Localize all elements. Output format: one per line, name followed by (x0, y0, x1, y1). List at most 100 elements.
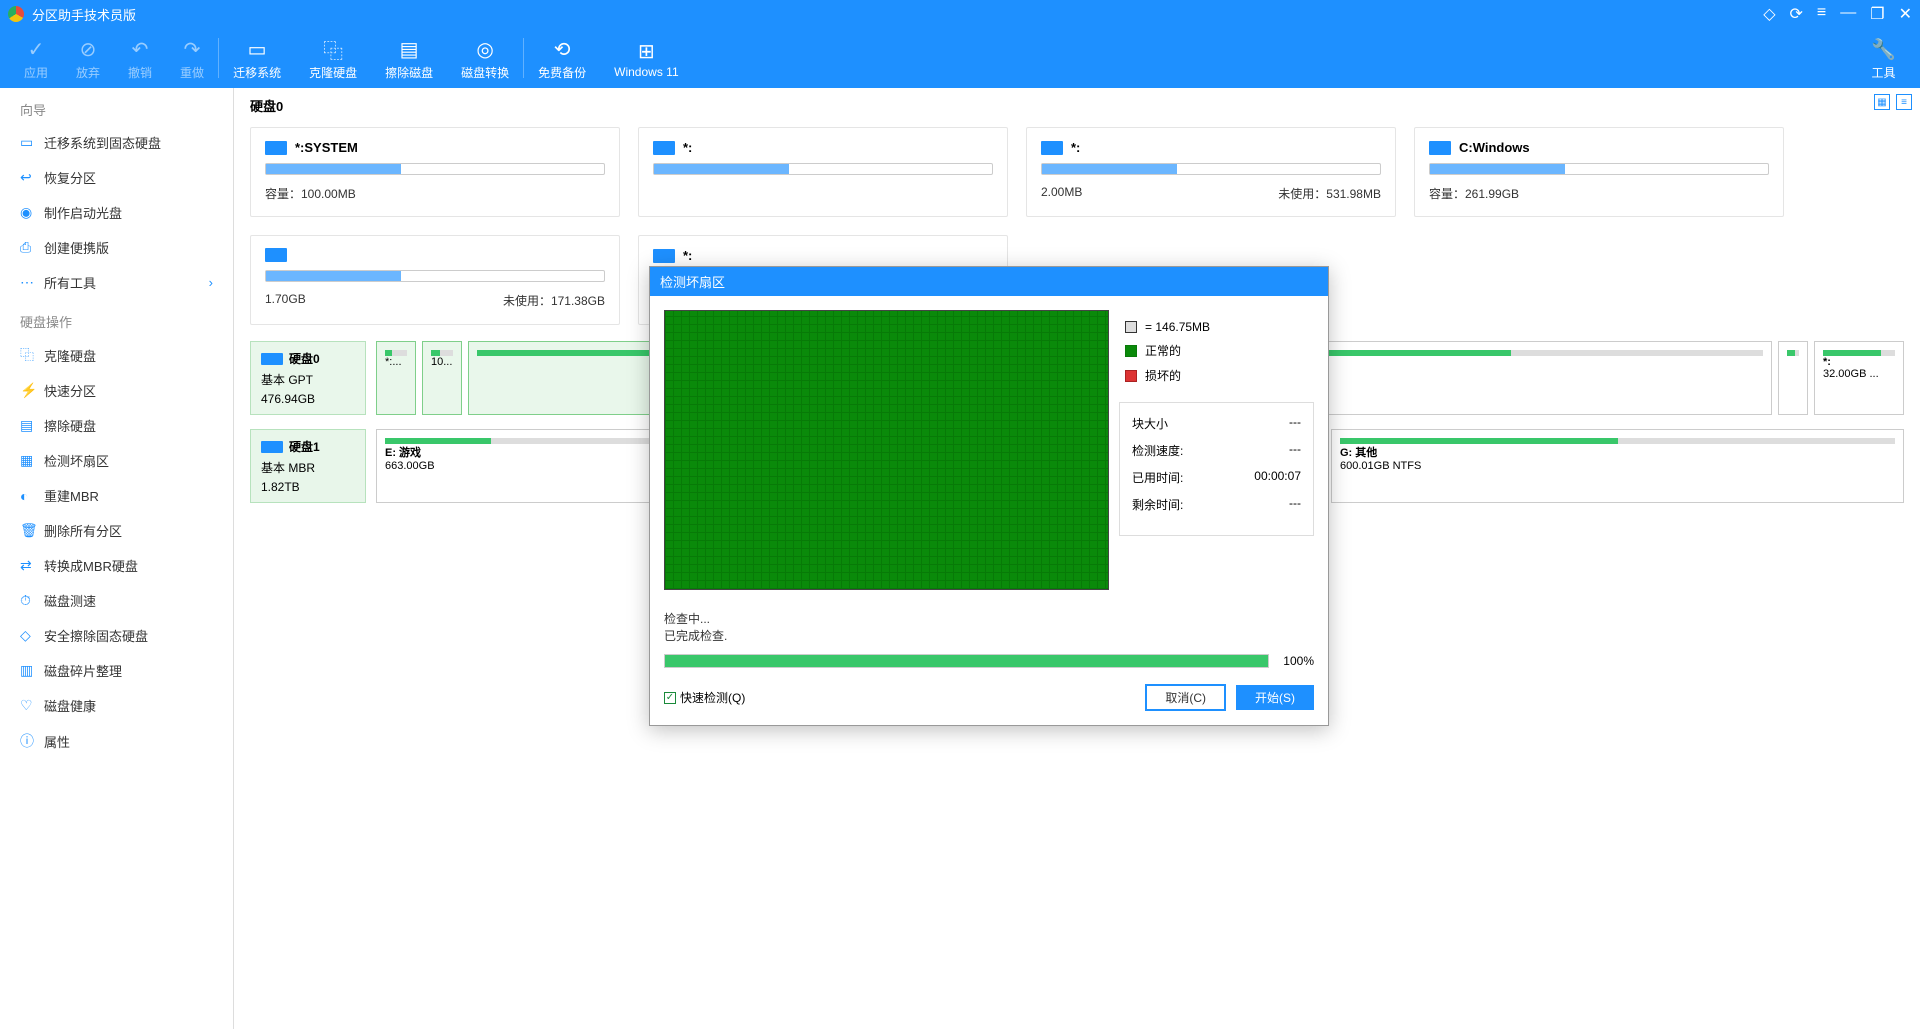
partition-card[interactable]: *: 2.00MB未使用：531.98MB (1026, 127, 1396, 217)
disk-header: 硬盘0 (234, 88, 1920, 123)
nav-icon: ⋯ (20, 274, 44, 291)
nav-icon: ▭ (20, 134, 44, 151)
list-view-icon[interactable]: ≡ (1896, 94, 1912, 110)
windows-icon: ⊞ (638, 37, 655, 65)
close-icon[interactable]: ✕ (1899, 4, 1912, 24)
bad-sector-dialog: 检测坏扇区 = 146.75MB 正常的 损坏的 块大小--- 检测速度:---… (649, 266, 1329, 726)
ops-item[interactable]: ⏱磁盘测速 (0, 583, 233, 618)
progress-bar (664, 654, 1269, 668)
refresh-icon[interactable]: ⟳ (1790, 4, 1803, 24)
partition-block[interactable]: 10... (422, 341, 462, 415)
maximize-icon[interactable]: ❐ (1870, 4, 1884, 24)
clone-icon: ⿻ (323, 36, 343, 64)
minimize-icon[interactable]: — (1840, 4, 1856, 24)
menu-icon[interactable]: ≡ (1817, 4, 1826, 24)
start-button[interactable]: 开始(S) (1236, 685, 1314, 710)
nav-icon: ⚡ (20, 382, 44, 399)
nav-icon: ⏱ (20, 592, 44, 609)
disk-info[interactable]: 硬盘1 基本 MBR1.82TB (250, 429, 366, 503)
nav-icon: ▥ (20, 662, 44, 679)
quick-scan-checkbox[interactable]: ✓快速检测(Q) (664, 689, 745, 706)
dialog-title: 检测坏扇区 (650, 267, 1328, 296)
nav-icon: ◇ (20, 627, 44, 644)
wizard-item[interactable]: ⋯所有工具› (0, 265, 233, 300)
nav-icon: ♡ (20, 697, 44, 714)
diamond-icon[interactable]: ◇ (1763, 4, 1775, 24)
nav-icon: ▤ (20, 417, 44, 434)
wizard-item[interactable]: ↩恢复分区 (0, 160, 233, 195)
migrate-button[interactable]: ▭迁移系统 (219, 28, 295, 88)
wizard-item[interactable]: ▭迁移系统到固态硬盘 (0, 125, 233, 160)
ops-item[interactable]: ⇄转换成MBR硬盘 (0, 548, 233, 583)
progress-text: 100% (1283, 654, 1314, 668)
partition-card[interactable]: C:Windows 容量：261.99GB (1414, 127, 1784, 217)
partition-icon (653, 141, 675, 155)
partition-block[interactable]: G: 其他600.01GB NTFS (1331, 429, 1904, 503)
partition-icon (1041, 141, 1063, 155)
disk-info[interactable]: 硬盘0 基本 GPT476.94GB (250, 341, 366, 415)
title-bar: 分区助手技术员版 ◇ ⟳ ≡ — ❐ ✕ (0, 0, 1920, 28)
partition-card[interactable]: *: (638, 127, 1008, 217)
win11-button[interactable]: ⊞Windows 11 (600, 28, 692, 88)
nav-icon: ⓘ (20, 731, 44, 751)
ops-item[interactable]: ◐重建MBR (0, 478, 233, 513)
wizard-item[interactable]: ◉制作启动光盘 (0, 195, 233, 230)
nav-icon: ◉ (20, 204, 44, 221)
discard-button[interactable]: ⊘放弃 (62, 28, 114, 88)
partition-icon (1429, 141, 1451, 155)
partition-block[interactable]: *:32.00GB ... (1814, 341, 1904, 415)
partition-icon (653, 249, 675, 263)
check-icon: ✓ (28, 36, 45, 64)
clone-button[interactable]: ⿻克隆硬盘 (295, 28, 371, 88)
wizard-item[interactable]: ⎙创建便携版 (0, 230, 233, 265)
legend-ok-icon (1125, 345, 1137, 357)
ops-item[interactable]: 🗑删除所有分区 (0, 513, 233, 548)
disk-icon (261, 441, 283, 453)
partition-block[interactable]: *:... (376, 341, 416, 415)
partition-block[interactable] (1778, 341, 1808, 415)
disk-icon (261, 353, 283, 365)
tools-button[interactable]: 🔧工具 (1857, 28, 1910, 88)
stats-box: 块大小--- 检测速度:--- 已用时间:00:00:07 剩余时间:--- (1119, 402, 1314, 536)
legend-bad-icon (1125, 370, 1137, 382)
ops-item[interactable]: ▤擦除硬盘 (0, 408, 233, 443)
nav-icon: ⇄ (20, 557, 44, 574)
backup-icon: ⟲ (554, 36, 571, 64)
scan-grid (664, 310, 1109, 590)
discard-icon: ⊘ (80, 36, 97, 64)
ops-item[interactable]: ♡磁盘健康 (0, 688, 233, 723)
undo-button[interactable]: ↶撤销 (114, 28, 166, 88)
main-toolbar: ✓应用 ⊘放弃 ↶撤销 ↷重做 ▭迁移系统 ⿻克隆硬盘 ▤擦除磁盘 ◎磁盘转换 … (0, 28, 1920, 88)
ops-item[interactable]: ▥磁盘碎片整理 (0, 653, 233, 688)
partition-card[interactable]: *:SYSTEM 容量：100.00MB (250, 127, 620, 217)
redo-button[interactable]: ↷重做 (166, 28, 218, 88)
nav-icon: ⎙ (20, 239, 44, 256)
convert-button[interactable]: ◎磁盘转换 (447, 28, 523, 88)
window-controls: ◇ ⟳ ≡ — ❐ ✕ (1763, 4, 1912, 24)
apply-button[interactable]: ✓应用 (10, 28, 62, 88)
ops-item[interactable]: ◇安全擦除固态硬盘 (0, 618, 233, 653)
ops-item[interactable]: ⓘ属性 (0, 723, 233, 759)
app-title: 分区助手技术员版 (32, 5, 136, 24)
ops-item[interactable]: ▦检测坏扇区 (0, 443, 233, 478)
migrate-icon: ▭ (248, 36, 267, 64)
partition-card[interactable]: 1.70GB未使用：171.38GB (250, 235, 620, 325)
grid-view-icon[interactable]: ▦ (1874, 94, 1890, 110)
convert-icon: ◎ (476, 36, 493, 64)
backup-button[interactable]: ⟲免费备份 (524, 28, 600, 88)
legend: = 146.75MB 正常的 损坏的 (1119, 310, 1314, 384)
legend-block-icon (1125, 321, 1137, 333)
nav-icon: 🗑 (20, 522, 44, 539)
nav-icon: ⿻ (20, 345, 44, 365)
log-area: 检查中... 已完成检查. (650, 610, 1328, 644)
ops-item[interactable]: ⿻克隆硬盘 (0, 337, 233, 373)
nav-icon: ▦ (20, 452, 44, 469)
ops-item[interactable]: ⚡快速分区 (0, 373, 233, 408)
view-switcher: ▦ ≡ (1874, 94, 1912, 110)
redo-icon: ↷ (184, 36, 201, 64)
sidebar: 向导 ▭迁移系统到固态硬盘↩恢复分区◉制作启动光盘⎙创建便携版⋯所有工具› 硬盘… (0, 88, 234, 1029)
chevron-right-icon: › (209, 275, 213, 290)
cancel-button[interactable]: 取消(C) (1145, 684, 1226, 711)
erase-button[interactable]: ▤擦除磁盘 (371, 28, 447, 88)
main-area: 向导 ▭迁移系统到固态硬盘↩恢复分区◉制作启动光盘⎙创建便携版⋯所有工具› 硬盘… (0, 88, 1920, 1029)
